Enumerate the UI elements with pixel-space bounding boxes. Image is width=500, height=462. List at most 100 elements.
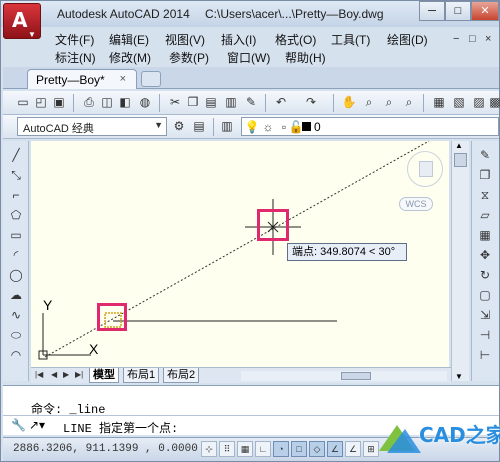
viewcube-face[interactable]	[419, 161, 433, 177]
zoom-previous-icon[interactable]: ⌕	[401, 94, 417, 110]
layer-states-icon[interactable]: ▥	[219, 118, 235, 134]
match-properties-icon[interactable]: ▥	[223, 94, 239, 110]
copy-icon[interactable]: ❐	[185, 94, 201, 110]
maximize-button[interactable]: □	[445, 1, 471, 21]
tab-model[interactable]: 模型	[89, 368, 119, 383]
layer-dropdown[interactable]: 💡 ☼ ▫ 🔓 0	[241, 117, 499, 136]
undo-icon[interactable]: ↶	[273, 94, 289, 110]
sheet-set-icon[interactable]: ▩	[487, 94, 500, 110]
menu-view[interactable]: 视图(V)	[165, 31, 205, 48]
extend-icon[interactable]: ⊢	[477, 347, 493, 363]
wrench-icon[interactable]: 🔧	[11, 418, 26, 432]
erase-icon[interactable]: ✎	[477, 147, 493, 163]
autocad-window: Autodesk AutoCAD 2014 C:\Users\acer\...\…	[0, 0, 500, 462]
menu-insert[interactable]: 插入(I)	[221, 31, 256, 48]
document-tab[interactable]: Pretty—Boy* ×	[27, 69, 137, 89]
save-icon[interactable]: ▣	[51, 94, 67, 110]
revision-cloud-icon[interactable]: ☁	[8, 287, 24, 303]
new-file-icon[interactable]: ▭	[15, 94, 31, 110]
circle-icon[interactable]: ◯	[8, 267, 24, 283]
application-menu-button[interactable]: A ▼	[3, 3, 41, 39]
pan-icon[interactable]: ✋	[341, 94, 357, 110]
horizontal-scrollbar[interactable]	[241, 371, 447, 381]
construction-line-icon[interactable]: ⤡	[8, 167, 24, 183]
zoom-realtime-icon[interactable]: ⌕	[361, 94, 377, 110]
ellipse-icon[interactable]: ⬭	[8, 327, 24, 343]
menu-modify[interactable]: 修改(M)	[109, 49, 151, 66]
array-icon[interactable]: ▦	[477, 227, 493, 243]
paste-icon[interactable]: ▤	[203, 94, 219, 110]
standard-toolbar: ▭ ◰ ▣ ⎙ ◫ ◧ ◍ ✂ ❐ ▤ ▥ ✎ ↶ ↷ ✋ ⌕ ⌕ ⌕ ▦ ▧ …	[3, 91, 500, 115]
horizontal-scrollbar-thumb[interactable]	[341, 372, 371, 380]
tab-layout2[interactable]: 布局2	[163, 368, 200, 383]
brush-icon[interactable]: ✎	[243, 94, 259, 110]
offset-icon[interactable]: ▱	[477, 207, 493, 223]
scrollbar-thumb[interactable]	[454, 153, 467, 167]
menu-parametric[interactable]: 参数(P)	[169, 49, 209, 66]
ortho-mode-icon[interactable]: ∟	[255, 441, 271, 457]
scroll-down-icon[interactable]: ▼	[455, 372, 463, 381]
rotate-icon[interactable]: ↻	[477, 267, 493, 283]
stretch-icon[interactable]: ⇲	[477, 307, 493, 323]
3d-dwf-icon[interactable]: ◍	[137, 94, 153, 110]
gear-icon[interactable]: ⚙	[171, 118, 187, 134]
trim-icon[interactable]: ⊣	[477, 327, 493, 343]
mdi-restore-button[interactable]: □	[469, 33, 476, 45]
new-tab-button[interactable]	[141, 71, 161, 87]
cut-icon[interactable]: ✂	[167, 94, 183, 110]
polar-tracking-icon[interactable]: ◔	[273, 441, 289, 457]
next-tab-icon[interactable]: ▶	[63, 370, 69, 379]
menu-window[interactable]: 窗口(W)	[227, 49, 270, 66]
layer-properties-icon[interactable]: ▤	[191, 118, 207, 134]
ellipse-arc-icon[interactable]: ◠	[8, 347, 24, 363]
move-icon[interactable]: ✥	[477, 247, 493, 263]
3d-object-snap-icon[interactable]: ◇	[309, 441, 325, 457]
first-tab-icon[interactable]: |◀	[35, 370, 43, 379]
menu-format[interactable]: 格式(O)	[275, 31, 316, 48]
spline-icon[interactable]: ∿	[8, 307, 24, 323]
scroll-up-icon[interactable]: ▲	[455, 141, 463, 150]
mdi-close-button[interactable]: ×	[485, 33, 491, 45]
last-tab-icon[interactable]: ▶|	[75, 370, 83, 379]
tab-layout1[interactable]: 布局1	[123, 368, 160, 383]
viewcube[interactable]	[407, 151, 443, 187]
grid-display-icon[interactable]: ▦	[237, 441, 253, 457]
publish-icon[interactable]: ◧	[117, 94, 133, 110]
close-button[interactable]: ✕	[471, 1, 499, 21]
snap-mode-icon[interactable]: ⠿	[219, 441, 235, 457]
redo-icon[interactable]: ↷	[303, 94, 319, 110]
print-icon[interactable]: ⎙	[81, 94, 97, 110]
menu-file[interactable]: 文件(F)	[55, 31, 94, 48]
menu-dimension[interactable]: 标注(N)	[55, 49, 96, 66]
menu-tools[interactable]: 工具(T)	[331, 31, 370, 48]
prev-tab-icon[interactable]: ◀	[51, 370, 57, 379]
infer-constraints-icon[interactable]: ⊹	[201, 441, 217, 457]
minimize-button[interactable]: ─	[419, 1, 445, 21]
object-snap-icon[interactable]: □	[291, 441, 307, 457]
arc-icon[interactable]: ◜	[8, 247, 24, 263]
menu-edit[interactable]: 编辑(E)	[109, 31, 149, 48]
mirror-icon[interactable]: ⧖	[477, 187, 493, 203]
polyline-icon[interactable]: ⌐	[8, 187, 24, 203]
workspace-dropdown[interactable]: AutoCAD 经典 ▼	[17, 117, 167, 136]
scale-icon[interactable]: ▢	[477, 287, 493, 303]
rectangle-icon[interactable]: ▭	[8, 227, 24, 243]
document-tab-close-icon[interactable]: ×	[120, 73, 126, 85]
coordinate-readout[interactable]: 2886.3206, 911.1399 , 0.0000	[13, 443, 198, 455]
object-snap-tracking-icon[interactable]: ∠	[327, 441, 343, 457]
copy-object-icon[interactable]: ❐	[477, 167, 493, 183]
menu-draw[interactable]: 绘图(D)	[387, 31, 428, 48]
menu-help[interactable]: 帮助(H)	[285, 49, 326, 66]
vertical-scrollbar[interactable]: ▲ ▼	[451, 141, 469, 381]
wcs-menu[interactable]: WCS	[399, 197, 433, 211]
tool-palettes-icon[interactable]: ▨	[471, 94, 487, 110]
mdi-minimize-button[interactable]: −	[453, 33, 459, 45]
properties-icon[interactable]: ▦	[431, 94, 447, 110]
print-preview-icon[interactable]: ◫	[99, 94, 115, 110]
polygon-icon[interactable]: ⬠	[8, 207, 24, 223]
line-icon[interactable]: ╱	[8, 147, 24, 163]
zoom-window-icon[interactable]: ⌕	[381, 94, 397, 110]
open-file-icon[interactable]: ◰	[33, 94, 49, 110]
dynamic-ucs-icon[interactable]: ∠	[345, 441, 361, 457]
design-center-icon[interactable]: ▧	[451, 94, 467, 110]
